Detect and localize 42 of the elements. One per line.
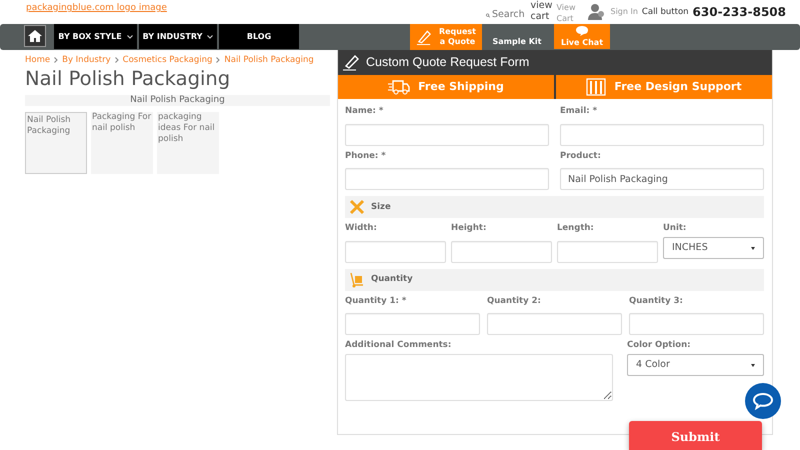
breadcrumb-link[interactable]: Nail Polish Packaging (224, 54, 314, 67)
breadcrumb-link[interactable]: Home (25, 54, 50, 67)
field-label: Email: * (560, 106, 598, 117)
view-cart-link[interactable]: View Cart (556, 2, 582, 24)
thumbnail[interactable]: packaging ideas For nail polish (157, 112, 219, 174)
live-chat-button[interactable]: Live Chat (554, 24, 610, 49)
field-label: Name: * (345, 106, 384, 117)
nav-menu-item[interactable]: BLOG (219, 24, 299, 49)
dropdown-field[interactable]: INCHES (663, 237, 764, 259)
page-title: Nail Polish Packaging (25, 66, 232, 91)
field-label: Unit: (663, 223, 688, 234)
breadcrumb-link[interactable]: By Industry (62, 54, 111, 67)
field-label: Length: (557, 223, 595, 234)
field-label: Height: (451, 223, 488, 234)
field-label: Phone: * (345, 150, 387, 162)
thumbnail[interactable]: Packaging For nail polish (91, 112, 153, 174)
field-label: Additional Comments: (345, 340, 452, 351)
nav-menu-item[interactable]: BY INDUSTRY (139, 24, 217, 49)
form-title: Custom Quote Request Form (366, 54, 530, 72)
field-label: Width: (345, 223, 378, 234)
dropdown-field[interactable]: 4 Color (627, 354, 764, 376)
thumbnail[interactable]: Nail Polish Packaging (25, 112, 87, 174)
submit-button[interactable]: Submit (629, 421, 762, 450)
logo-link[interactable]: packagingblue.com logo image (26, 2, 167, 16)
input-field[interactable]: Nail Polish Packaging (560, 168, 764, 190)
field-label: Color Option: (627, 340, 692, 351)
section-title: Size (371, 200, 391, 214)
section-title: Quantity (371, 273, 413, 286)
gallery-caption: Nail Polish Packaging (25, 94, 330, 106)
field-label: Quantity 2: (487, 296, 542, 306)
nav-menu-item[interactable]: BY BOX STYLE (54, 24, 137, 49)
field-label: Product: (560, 150, 602, 162)
field-label: Quantity 1: * (345, 296, 408, 306)
perk-banner: Free Shipping (338, 75, 554, 99)
phone-link[interactable]: 630-233-8508 (692, 3, 786, 21)
call-button-label: Call button (642, 6, 689, 19)
request-quote-button[interactable]: Request a Quote (410, 24, 482, 50)
sign-in-link[interactable]: Sign In (610, 6, 638, 17)
perk-banner: Free Design Support (554, 75, 772, 99)
view-cart-text: view cart (530, 0, 552, 22)
breadcrumb-link[interactable]: Cosmetics Packaging (122, 54, 212, 67)
field-label: Quantity 3: (629, 296, 684, 306)
